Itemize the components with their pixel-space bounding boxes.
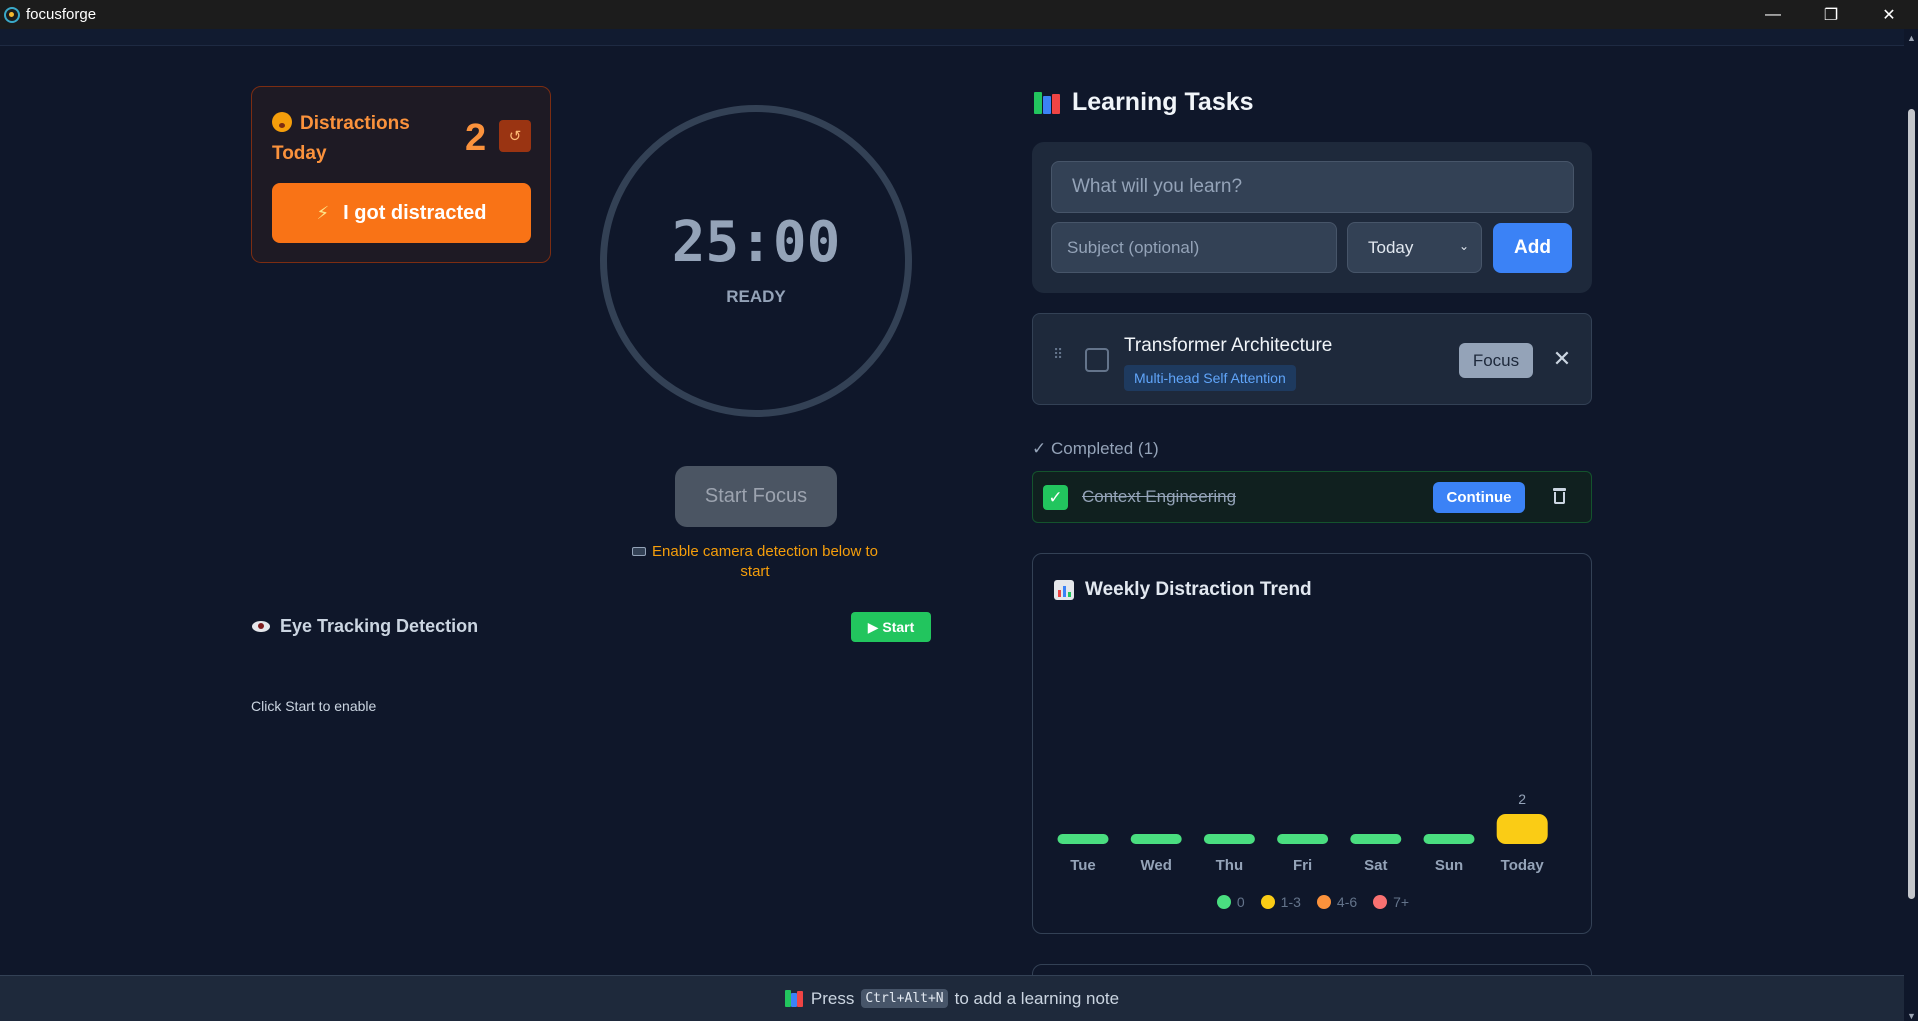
- task-card[interactable]: ⠿ Transformer Architecture Multi-head Se…: [1032, 313, 1592, 405]
- scroll-thumb[interactable]: [1908, 109, 1915, 899]
- timer-status: READY: [726, 287, 786, 306]
- distractions-title: Distractions Today: [272, 109, 442, 169]
- trend-tick-label: Today: [1501, 857, 1545, 874]
- books-icon: [1034, 91, 1060, 114]
- window-title: focusforge: [26, 6, 97, 23]
- eye-icon: [252, 621, 270, 632]
- subject-input[interactable]: Subject (optional): [1051, 222, 1337, 273]
- task-checkbox[interactable]: [1085, 348, 1109, 372]
- bolt-icon: ⚡: [316, 202, 330, 223]
- window-controls: — ❐ ✕: [1744, 0, 1918, 29]
- distraction-count: 2: [465, 117, 487, 159]
- scroll-up-icon[interactable]: ▲: [1907, 33, 1916, 43]
- day-select[interactable]: Today ⌄: [1347, 222, 1482, 273]
- trend-bar-wed: [1130, 834, 1182, 844]
- top-divider: [0, 29, 1904, 46]
- legend-label: 0: [1236, 894, 1245, 910]
- remove-task-icon[interactable]: ✕: [1550, 345, 1574, 373]
- chevron-down-icon: ⌄: [1458, 239, 1469, 253]
- learning-tasks-title-text: Learning Tasks: [1072, 88, 1254, 116]
- distractions-title-text: Distractions Today: [272, 113, 410, 164]
- title-bar: focusforge — ❐ ✕: [0, 0, 1918, 29]
- day-select-value: Today: [1368, 237, 1414, 257]
- completed-task-card: ✓ Context Engineering Continue: [1032, 471, 1592, 523]
- restore-button[interactable]: ❐: [1802, 0, 1860, 29]
- trend-tick-label: Tue: [1070, 857, 1096, 874]
- books-icon: [784, 990, 803, 1007]
- legend-label: 1-3: [1280, 894, 1301, 910]
- distractions-card: Distractions Today 2 ↺ ⚡ I got distracte…: [251, 86, 551, 263]
- camera-hint-text: Enable camera detection below to start: [652, 543, 878, 580]
- page-scrollbar[interactable]: ▲ ▼: [1904, 29, 1918, 1021]
- completed-task-name: Context Engineering: [1082, 487, 1237, 506]
- eye-tracking-title: Eye Tracking Detection: [252, 616, 478, 637]
- task-subject-badge: Multi-head Self Attention: [1124, 365, 1296, 391]
- got-distracted-label: I got distracted: [343, 201, 487, 224]
- camera-icon: [632, 547, 646, 556]
- legend-label: 4-6: [1336, 894, 1358, 910]
- learning-tasks-title: Learning Tasks: [1034, 88, 1254, 117]
- eye-tracking-title-text: Eye Tracking Detection: [280, 616, 479, 636]
- add-task-panel: What will you learn? Subject (optional) …: [1032, 142, 1592, 293]
- focus-task-button[interactable]: Focus: [1459, 343, 1533, 378]
- legend-item: 4-6: [1316, 894, 1358, 910]
- trend-bar-fri: [1277, 834, 1329, 844]
- eye-tracking-hint: Click Start to enable: [251, 698, 377, 714]
- eye-tracking-start-button[interactable]: ▶ Start: [851, 612, 931, 642]
- minimize-button[interactable]: —: [1744, 0, 1802, 29]
- drag-handle-icon[interactable]: ⠿: [1053, 347, 1063, 368]
- legend-label: 7+: [1393, 894, 1410, 910]
- shortcut-suffix: to add a learning note: [954, 988, 1120, 1008]
- shortcut-prefix: Press: [810, 988, 855, 1008]
- completed-section-label[interactable]: ✓ Completed (1): [1032, 439, 1159, 459]
- trend-tick-label: Sun: [1435, 857, 1463, 874]
- legend-dot: [1373, 895, 1388, 909]
- continue-task-button[interactable]: Continue: [1433, 482, 1525, 513]
- legend-dot: [1316, 895, 1331, 909]
- trend-bar-sun: [1423, 834, 1475, 844]
- legend-dot: [1260, 895, 1275, 909]
- trend-bar-thu: [1203, 834, 1255, 844]
- app-logo-icon: [4, 6, 20, 23]
- trend-tick-label: Sat: [1364, 857, 1387, 874]
- add-task-button[interactable]: Add: [1493, 223, 1572, 273]
- completed-checkbox[interactable]: ✓: [1043, 485, 1068, 510]
- shortcut-key: Ctrl+Alt+N: [861, 989, 948, 1008]
- weekly-trend-chart: Tue Wed Thu Fri Sat Sun Today 2: [1057, 791, 1548, 874]
- legend-item: 1-3: [1260, 894, 1301, 910]
- start-focus-button[interactable]: Start Focus: [675, 466, 837, 527]
- trend-tick-label: Wed: [1140, 857, 1171, 874]
- legend-item: 0: [1216, 894, 1245, 910]
- legend-item: 7+: [1373, 894, 1409, 910]
- legend-dot: [1216, 895, 1231, 909]
- timer-value: 25:00: [671, 210, 841, 275]
- camera-hint: Enable camera detection below to start: [625, 542, 885, 582]
- trend-bar-today: [1496, 814, 1548, 844]
- note-shortcut-bar: Press Ctrl+Alt+N to add a learning note: [0, 975, 1904, 1021]
- trend-data-label: 2: [1518, 791, 1526, 807]
- learn-input[interactable]: What will you learn?: [1051, 161, 1574, 213]
- got-distracted-button[interactable]: ⚡ I got distracted: [272, 183, 531, 243]
- dizzy-face-icon: [272, 112, 292, 132]
- close-button[interactable]: ✕: [1860, 0, 1918, 29]
- task-name: Transformer Architecture: [1124, 335, 1333, 356]
- trash-icon[interactable]: [1553, 488, 1566, 504]
- scroll-down-icon[interactable]: ▼: [1907, 1011, 1916, 1021]
- trend-legend: 0 1-3 4-6 7+: [1033, 894, 1593, 910]
- trend-bar-tue: [1057, 834, 1109, 844]
- trend-bar-sat: [1350, 834, 1402, 844]
- trend-tick-label: Fri: [1293, 857, 1312, 874]
- trend-tick-label: Thu: [1216, 857, 1244, 874]
- weekly-trend-card: Weekly Distraction Trend Tue Wed Thu Fri Sat…: [1032, 553, 1592, 934]
- reset-distractions-button[interactable]: ↺: [499, 120, 531, 152]
